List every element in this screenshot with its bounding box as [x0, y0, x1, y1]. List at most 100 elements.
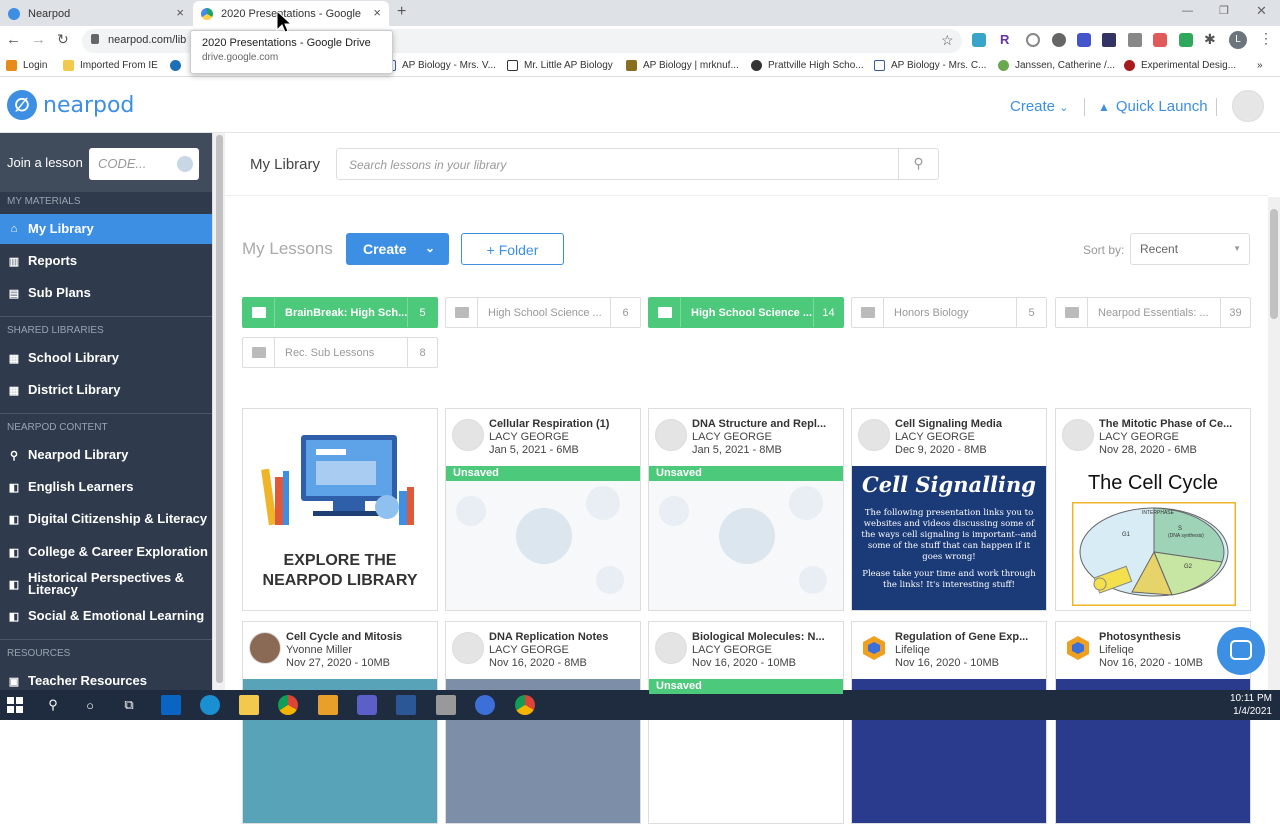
screen-recorder-icon[interactable]	[475, 695, 495, 715]
sidebar-item-digital-citizenship[interactable]: ◧ Digital Citizenship & Literacy	[0, 504, 212, 534]
scrollbar-thumb[interactable]	[216, 135, 223, 683]
sidebar-item-label: Nearpod Library	[28, 447, 129, 462]
extension-icon[interactable]	[1153, 33, 1167, 47]
bookmark-item[interactable]	[170, 60, 187, 71]
task-view-icon[interactable]: ⧉	[119, 695, 139, 715]
extension-icon[interactable]	[1052, 33, 1066, 47]
bookmark-item[interactable]: Mr. Little AP Biology	[507, 60, 613, 71]
sidebar-item-my-library[interactable]: ⌂ My Library	[0, 214, 212, 244]
search-icon[interactable]: ⚲	[898, 149, 938, 179]
restore-icon[interactable]: ❐	[1219, 4, 1229, 17]
folder-count: 14	[813, 298, 843, 327]
menu-dots-icon[interactable]: ⋮	[1259, 30, 1273, 47]
profile-avatar[interactable]: L	[1229, 31, 1247, 49]
chrome-icon[interactable]	[515, 695, 535, 715]
teams-icon[interactable]	[357, 695, 377, 715]
sidebar-item-nearpod-library[interactable]: ⚲ Nearpod Library	[0, 440, 212, 470]
sidebar-item-label: Digital Citizenship & Literacy	[28, 511, 208, 526]
close-window-icon[interactable]: ✕	[1256, 3, 1267, 19]
user-avatar[interactable]	[1232, 90, 1264, 122]
lesson-card[interactable]: Biological Molecules: N... LACY GEORGE N…	[648, 621, 844, 824]
library-app-icon[interactable]	[318, 695, 338, 715]
folder-item[interactable]: High School Science ... 6	[445, 297, 641, 328]
sidebar-item-sub-plans[interactable]: ▤ Sub Plans	[0, 278, 212, 308]
tab-nearpod[interactable]: Nearpod ×	[0, 1, 192, 26]
scrollbar-thumb[interactable]	[1270, 209, 1278, 319]
lesson-card[interactable]: DNA Replication Notes LACY GEORGE Nov 16…	[445, 621, 641, 824]
lesson-card[interactable]: Regulation of Gene Exp... Lifeliqe Nov 1…	[851, 621, 1047, 824]
url-text: nearpod.com/lib	[108, 34, 187, 46]
bookmark-item[interactable]: Login	[6, 60, 47, 71]
lesson-code-input[interactable]: CODE...	[89, 148, 199, 180]
word-icon[interactable]	[396, 695, 416, 715]
nearpod-logo[interactable]: ∅ nearpod	[7, 90, 134, 120]
folder-item[interactable]: Honors Biology 5	[851, 297, 1047, 328]
sidebar-item-historical-perspectives[interactable]: ◧ Historical Perspectives & Literacy	[0, 569, 212, 599]
lesson-card[interactable]: DNA Structure and Repl... LACY GEORGE Ja…	[648, 408, 844, 611]
collection-icon: ◧	[8, 513, 20, 526]
sidebar-item-english-learners[interactable]: ◧ English Learners	[0, 472, 212, 502]
chevron-down-icon: ⌄	[1059, 102, 1069, 114]
sort-select[interactable]: Recent ▼	[1130, 233, 1250, 265]
folder-item[interactable]: High School Science ... 14	[648, 297, 844, 328]
bookmark-item[interactable]: AP Biology - Mrs. V...	[385, 60, 496, 71]
folder-item[interactable]: BrainBreak: High Sch... 5	[242, 297, 438, 328]
app-icon[interactable]	[436, 695, 456, 715]
main-scrollbar[interactable]	[1268, 197, 1280, 690]
header-create-button[interactable]: Create ⌄	[1010, 98, 1068, 115]
lesson-card[interactable]: Cellular Respiration (1) LACY GEORGE Jan…	[445, 408, 641, 611]
extension-icon[interactable]	[1179, 33, 1193, 47]
sidebar-item-social-emotional[interactable]: ◧ Social & Emotional Learning	[0, 601, 212, 631]
more-bookmarks-icon[interactable]: »	[1257, 60, 1263, 71]
chrome-icon[interactable]	[278, 695, 298, 715]
minimize-icon[interactable]: —	[1182, 5, 1193, 17]
caret-down-icon: ▼	[1233, 244, 1241, 253]
sidebar-item-school-library[interactable]: ▦ School Library	[0, 343, 212, 373]
new-tab-button[interactable]: +	[397, 3, 406, 21]
extension-icon[interactable]	[1077, 33, 1091, 47]
extension-icon[interactable]	[1128, 33, 1142, 47]
cortana-icon[interactable]: ○	[80, 695, 100, 715]
edge-icon[interactable]	[200, 695, 220, 715]
system-clock[interactable]: 10:11 PM 1/4/2021	[1230, 692, 1272, 718]
folder-item[interactable]: Nearpod Essentials: ... 39	[1055, 297, 1251, 328]
search-icon[interactable]: ⚲	[43, 695, 63, 715]
bookmark-folder[interactable]: Imported From IE	[63, 60, 158, 71]
windows-start-icon[interactable]	[5, 695, 25, 715]
lesson-card[interactable]: Cell Signaling Media LACY GEORGE Dec 9, …	[851, 408, 1047, 611]
extension-icon[interactable]	[972, 33, 986, 47]
sidebar-item-college-career[interactable]: ◧ College & Career Exploration	[0, 537, 212, 567]
sidebar-scrollbar[interactable]	[212, 133, 225, 690]
placeholder-doc-icon	[719, 508, 775, 564]
close-tab-icon[interactable]: ×	[373, 5, 381, 20]
library-search-input[interactable]: Search lessons in your library ⚲	[336, 148, 939, 180]
section-heading: My Lessons	[242, 239, 333, 258]
bookmark-star-icon[interactable]: ☆	[941, 32, 954, 49]
quick-launch-button[interactable]: ▲ Quick Launch	[1098, 98, 1208, 115]
sidebar-item-reports[interactable]: ▥ Reports	[0, 246, 212, 276]
back-icon[interactable]: ←	[6, 31, 21, 48]
outlook-icon[interactable]	[161, 695, 181, 715]
new-folder-button[interactable]: + Folder	[461, 233, 564, 265]
reload-icon[interactable]: ↻	[57, 31, 69, 48]
lesson-card[interactable]: Cell Cycle and Mitosis Yvonne Miller Nov…	[242, 621, 438, 824]
sidebar-item-district-library[interactable]: ▦ District Library	[0, 375, 212, 405]
file-explorer-icon[interactable]	[239, 695, 259, 715]
lesson-card[interactable]: The Mitotic Phase of Ce... LACY GEORGE N…	[1055, 408, 1251, 611]
extension-r-icon[interactable]: R	[1000, 32, 1009, 47]
folder-item[interactable]: Rec. Sub Lessons 8	[242, 337, 438, 368]
join-arrow-icon[interactable]	[177, 156, 193, 172]
extension-icon[interactable]	[1026, 33, 1040, 47]
bookmark-item[interactable]: Janssen, Catherine /...	[998, 60, 1115, 71]
bookmark-item[interactable]: AP Biology - Mrs. C...	[874, 60, 986, 71]
explore-library-card[interactable]: EXPLORE THE NEARPOD LIBRARY	[242, 408, 438, 611]
extensions-puzzle-icon[interactable]: ✱	[1204, 31, 1216, 48]
bookmark-item[interactable]: AP Biology | mrknuf...	[626, 60, 739, 71]
forward-icon[interactable]: →	[31, 31, 46, 48]
bookmark-item[interactable]: Experimental Desig...	[1124, 60, 1236, 71]
extension-icon[interactable]	[1102, 33, 1116, 47]
bookmark-item[interactable]: Prattville High Scho...	[751, 60, 864, 71]
chat-support-button[interactable]	[1217, 627, 1265, 675]
close-tab-icon[interactable]: ×	[176, 5, 184, 20]
create-lesson-button[interactable]: Create ⌄	[346, 233, 449, 265]
